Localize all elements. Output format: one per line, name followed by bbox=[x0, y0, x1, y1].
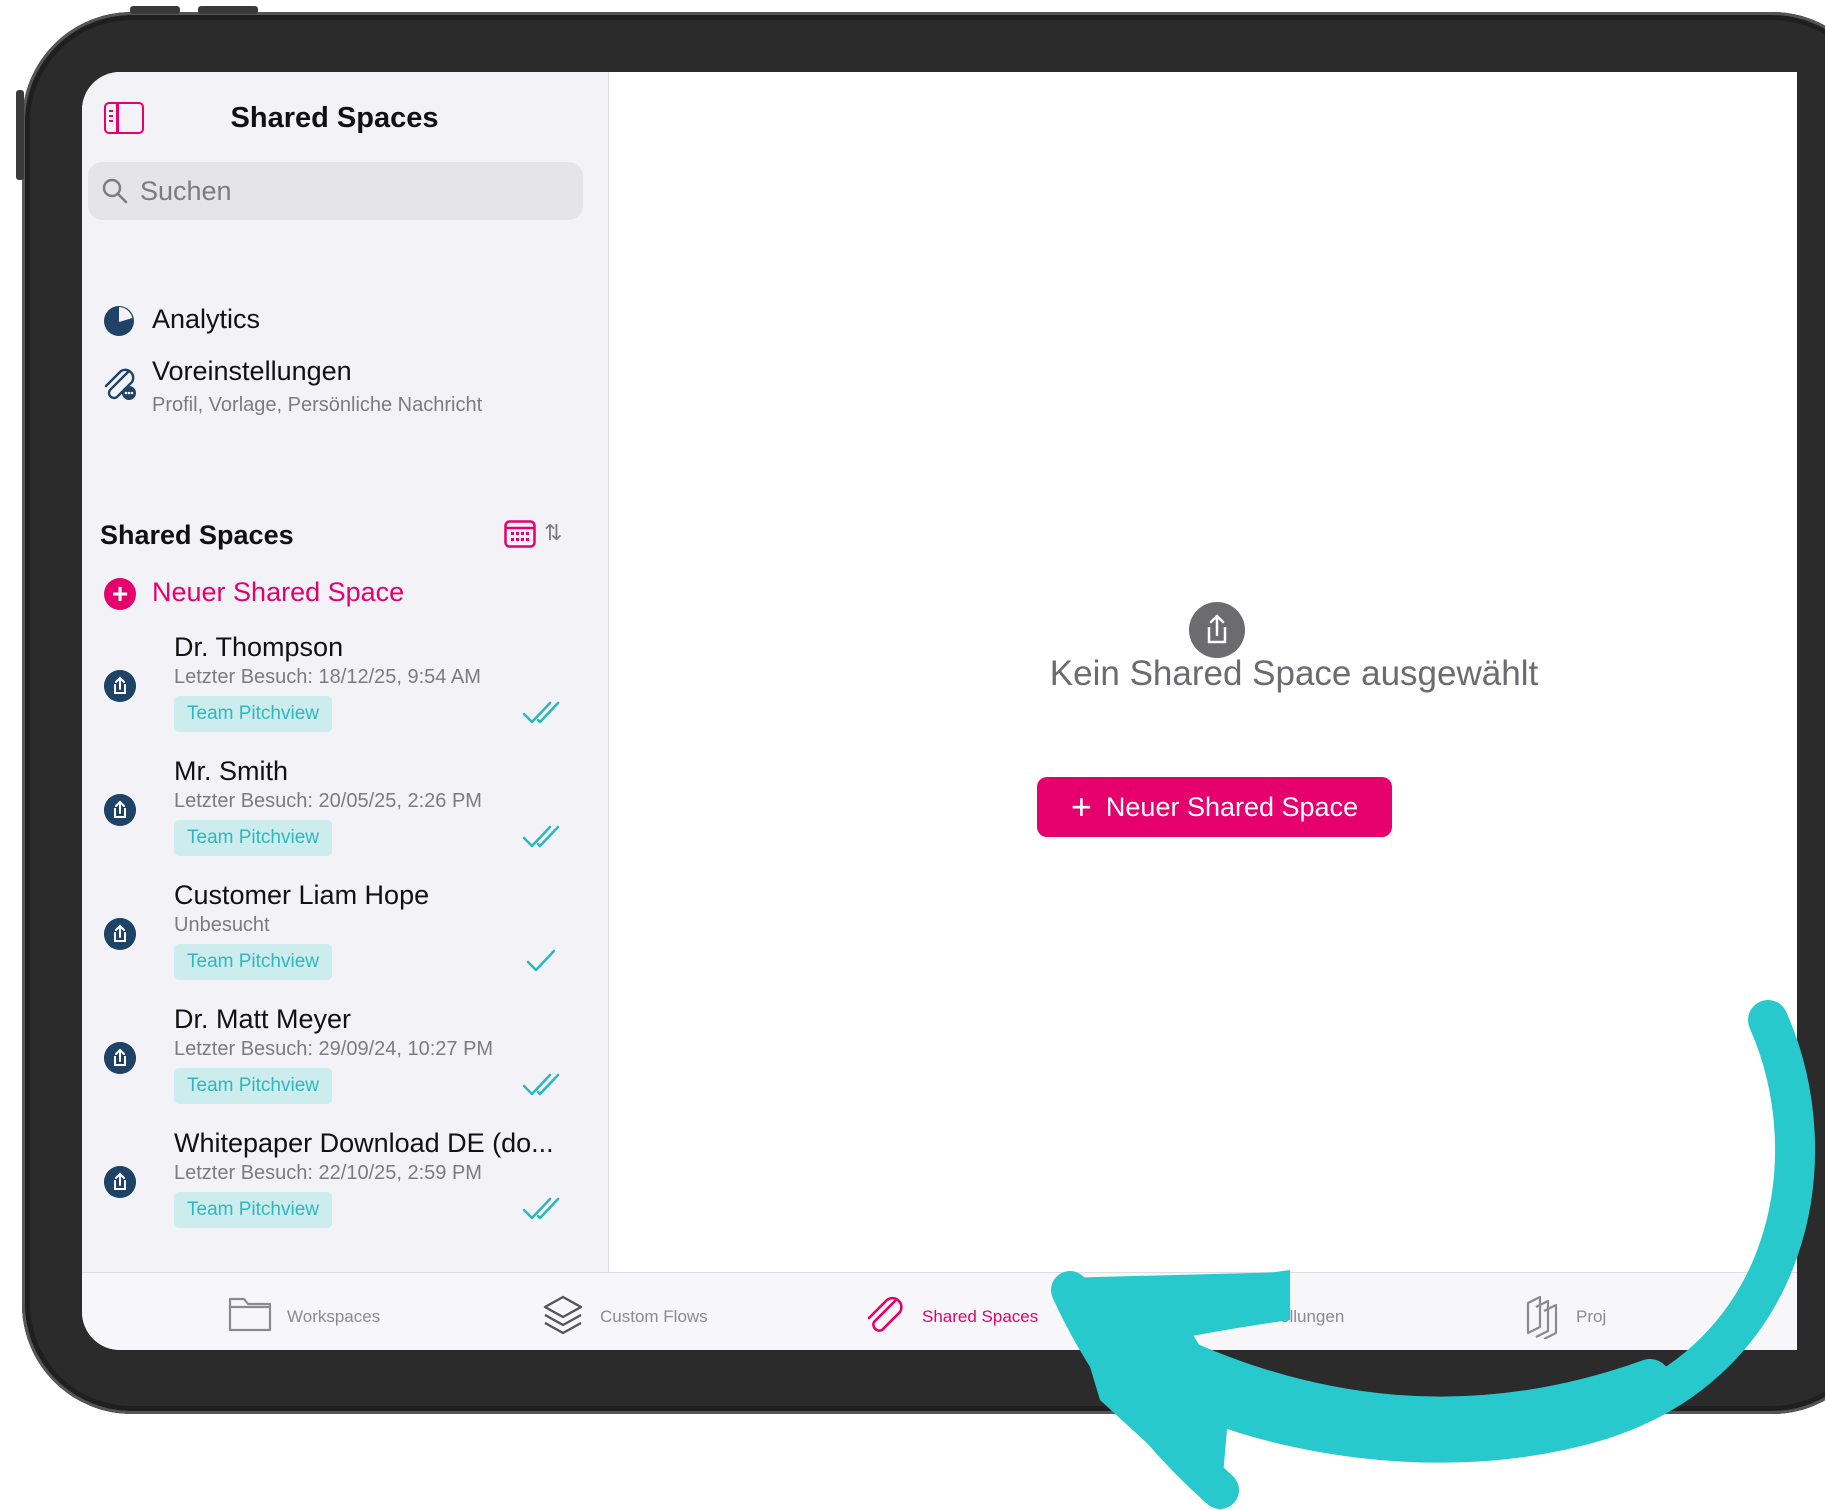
annotation-arrow bbox=[1051, 1000, 1816, 1510]
